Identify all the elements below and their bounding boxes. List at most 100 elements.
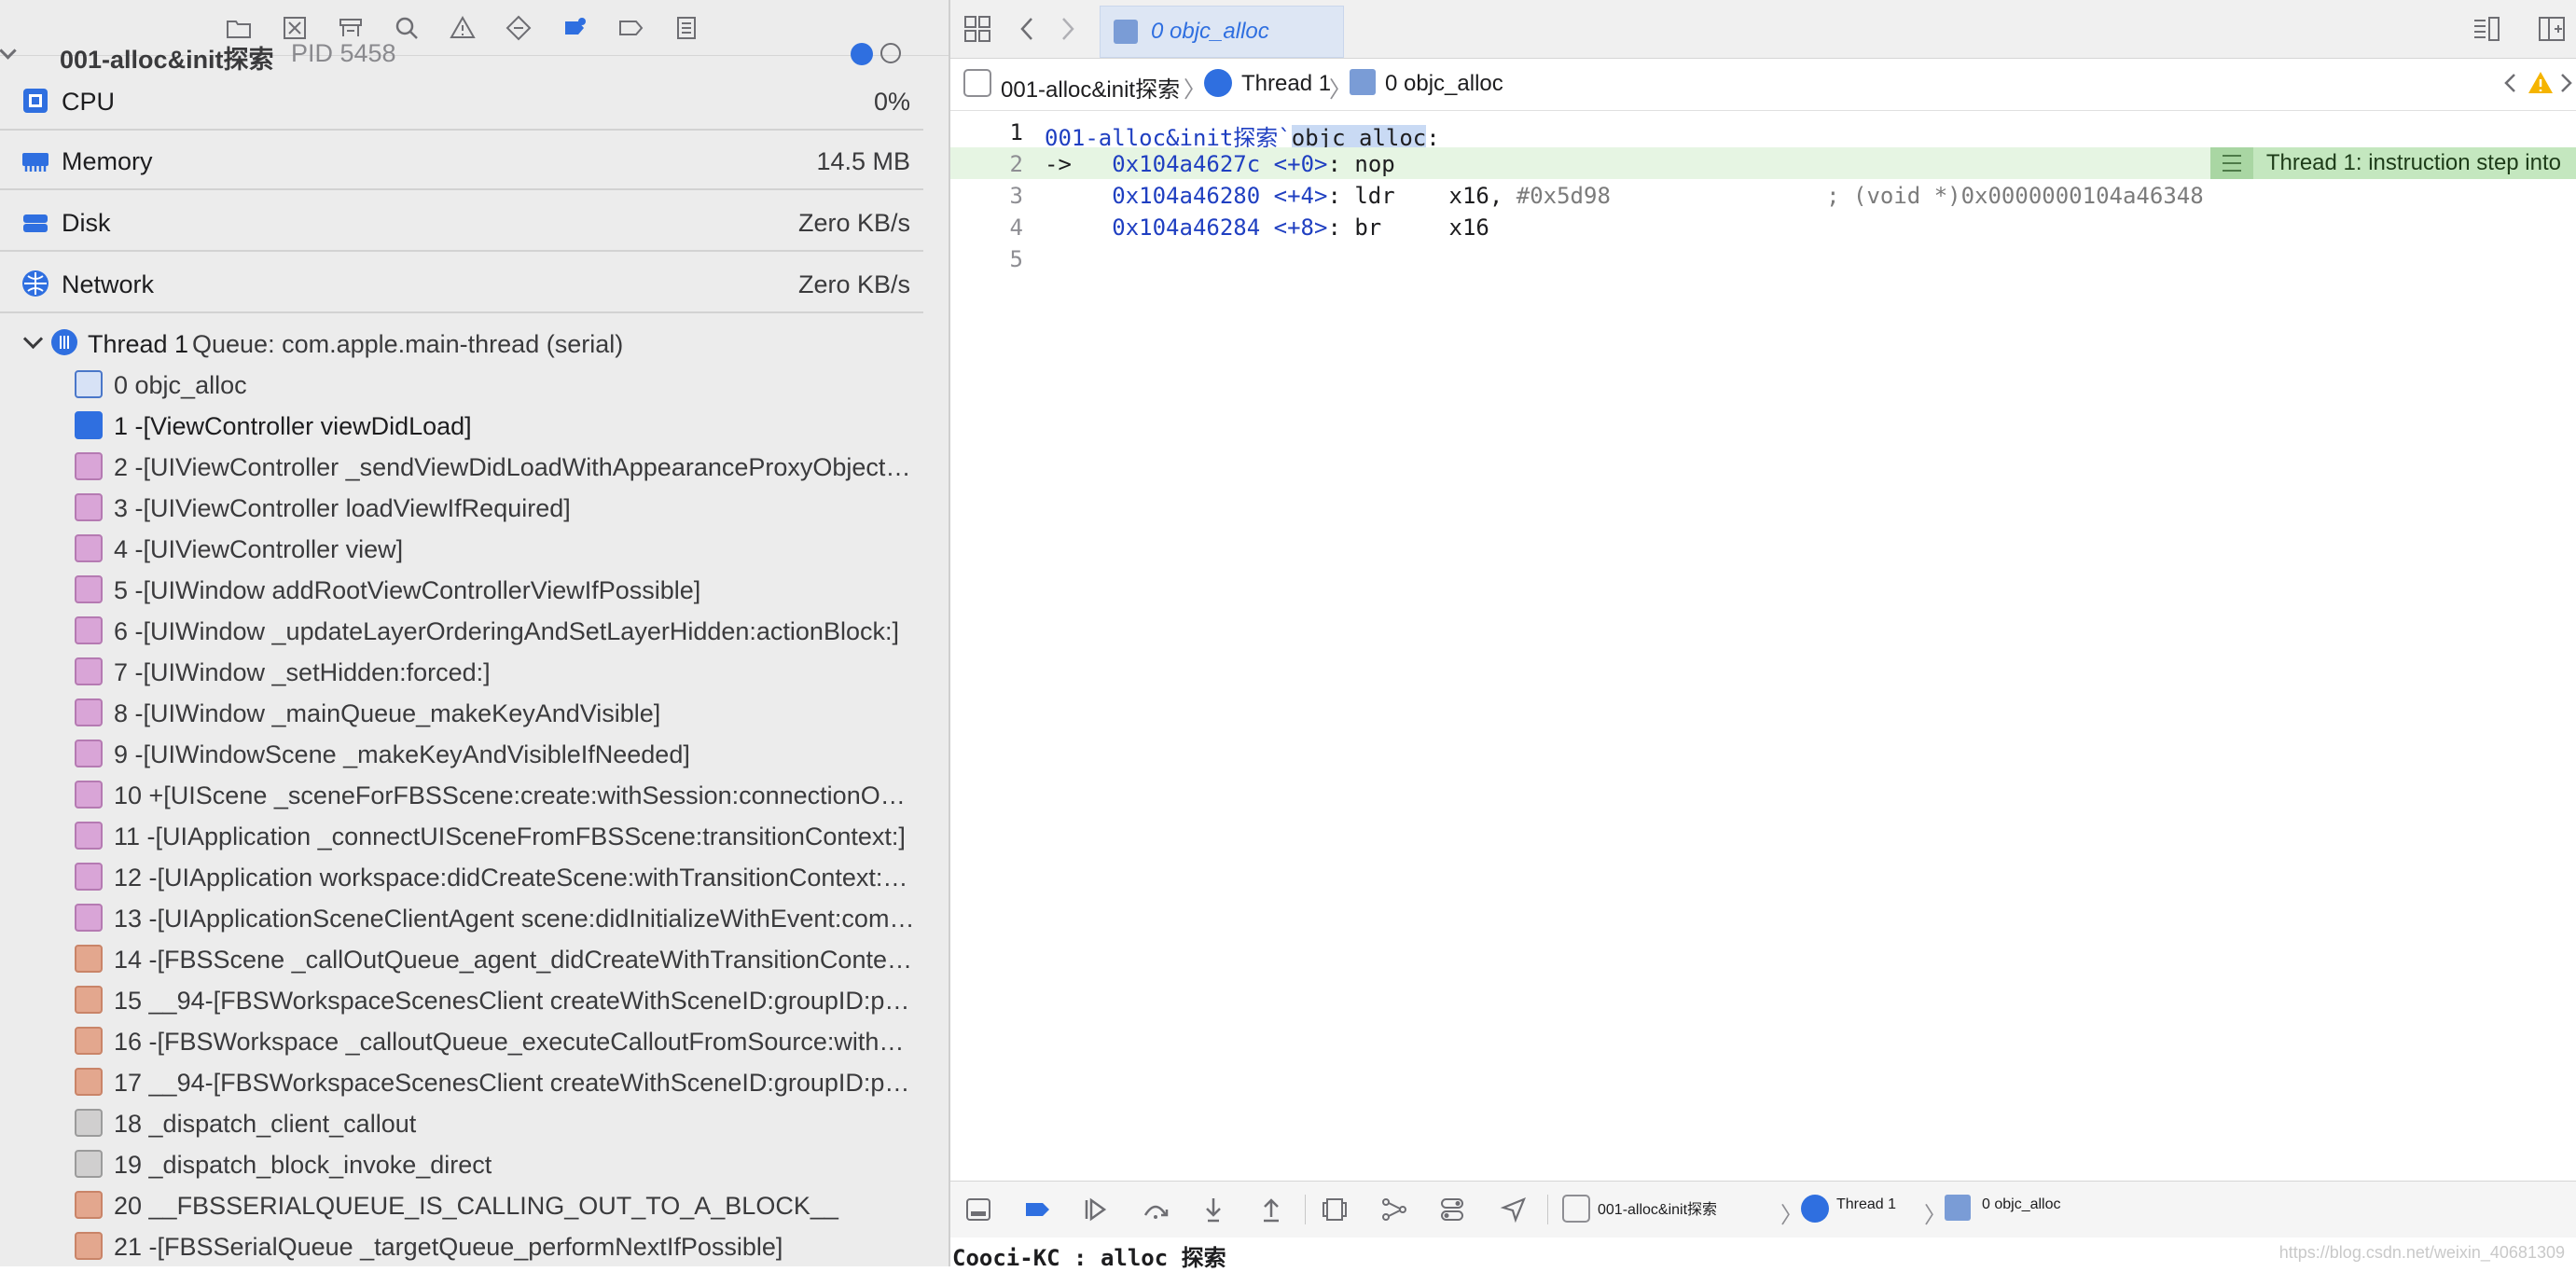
jumpbar-frame[interactable]: 0 objc_alloc	[1385, 71, 1503, 97]
gauge-value: Zero KB/s	[797, 270, 910, 298]
chevron-down-icon[interactable]	[0, 42, 17, 60]
gauge-value: 14.5 MB	[816, 147, 910, 175]
stack-frame[interactable]: 8 -[UIWindow _mainQueue_makeKeyAndVisibl…	[0, 692, 933, 733]
hide-debug-area-icon[interactable]	[963, 1195, 993, 1224]
framework-frame-icon	[75, 1068, 103, 1096]
gauge-cpu[interactable]: CPU 0%	[0, 71, 923, 131]
debugbar-thread[interactable]: Thread 1	[1836, 1196, 1896, 1213]
gauge-value: 0%	[873, 88, 910, 116]
step-over-icon[interactable]	[1141, 1195, 1170, 1224]
info-badge-icon	[851, 43, 873, 65]
chevron-left-icon[interactable]	[1012, 13, 1044, 45]
stack-frame[interactable]: 7 -[UIWindow _setHidden:forced:]	[0, 651, 933, 692]
jumpbar-project[interactable]: 001-alloc&init探索	[1001, 71, 1180, 104]
chevron-right-icon: 〉	[1184, 77, 1206, 103]
stack-frame[interactable]: 14 -[FBSScene _callOutQueue_agent_didCre…	[0, 938, 933, 979]
current-instruction-line: 2 -> 0x104a4627c <+0>: nop Thread 1: ins…	[950, 147, 2576, 179]
framework-frame-icon	[75, 698, 103, 726]
stack-frame[interactable]: 2 -[UIViewController _sendViewDidLoadWit…	[0, 446, 933, 487]
disk-icon	[23, 214, 48, 232]
simulate-location-icon[interactable]	[1499, 1195, 1529, 1224]
jumpbar-thread[interactable]: Thread 1	[1241, 71, 1331, 97]
debug-navigator: 001-alloc&init探索 PID 5458 CPU 0% Memory …	[0, 0, 949, 1266]
gauge-disk[interactable]: Disk Zero KB/s	[0, 192, 923, 252]
gauge-value: Zero KB/s	[797, 209, 910, 237]
pc-arrow: ->	[1045, 151, 1072, 177]
split-editor-icon[interactable]	[2536, 13, 2568, 45]
frame-label: 16 -[FBSWorkspace _calloutQueue_executeC…	[114, 1028, 916, 1056]
chevron-right-icon: 〉	[1924, 1203, 1946, 1228]
line-number: 1	[1009, 119, 1023, 145]
stack-frame[interactable]: 17 __94-[FBSWorkspaceScenesClient create…	[0, 1061, 933, 1102]
stack-frame[interactable]: 18 _dispatch_client_callout	[0, 1102, 933, 1143]
frame-label: 14 -[FBSScene _callOutQueue_agent_didCre…	[114, 946, 916, 974]
frame-label: 9 -[UIWindowScene _makeKeyAndVisibleIfNe…	[114, 740, 690, 768]
tab-objc-alloc[interactable]: 0 objc_alloc	[1100, 6, 1344, 58]
step-out-icon[interactable]	[1256, 1195, 1286, 1224]
breakpoints-toggle-icon[interactable]	[1023, 1195, 1053, 1224]
library-frame-icon	[75, 1109, 103, 1137]
chevron-right-icon[interactable]	[2556, 71, 2575, 95]
framework-frame-icon	[75, 822, 103, 850]
chevron-left-icon[interactable]	[2499, 71, 2523, 95]
stack-frame[interactable]: 4 -[UIViewController view]	[0, 528, 933, 569]
editor-options-icon[interactable]	[2471, 13, 2502, 45]
debugbar-frame[interactable]: 0 objc_alloc	[1982, 1196, 2061, 1213]
instruction: : nop	[1327, 151, 1395, 177]
framework-frame-icon	[75, 986, 103, 1014]
stack-frame[interactable]: 6 -[UIWindow _updateLayerOrderingAndSetL…	[0, 610, 933, 651]
step-into-icon[interactable]	[1198, 1195, 1228, 1224]
frame-label: 18 _dispatch_client_callout	[114, 1110, 417, 1138]
framework-frame-icon	[75, 1232, 103, 1260]
chevron-down-icon[interactable]	[22, 328, 44, 350]
code-line: 3 0x104a46280 <+4>: ldr x16, #0x5d98 ; (…	[950, 179, 2576, 211]
stack-frame[interactable]: 1 -[ViewController viewDidLoad]	[0, 405, 933, 446]
toolbar-separator	[1547, 1195, 1548, 1224]
user-frame-icon	[75, 370, 103, 398]
editor-tab-bar: 0 objc_alloc	[950, 0, 2576, 59]
stack-frame[interactable]: 3 -[UIViewController loadViewIfRequired]	[0, 487, 933, 528]
grid-icon[interactable]	[962, 13, 993, 45]
line-number: 2	[1009, 151, 1023, 177]
code-line: 1 001-alloc&init探索`objc_alloc:	[950, 116, 2576, 151]
stack-frame[interactable]: 5 -[UIWindow addRootViewControllerViewIf…	[0, 569, 933, 610]
thread-icon	[51, 329, 77, 355]
frame-label: 0 objc_alloc	[114, 371, 247, 399]
environment-overrides-icon[interactable]	[1437, 1195, 1467, 1224]
gauge-memory[interactable]: Memory 14.5 MB	[0, 131, 923, 190]
stack-frame[interactable]: 13 -[UIApplicationSceneClientAgent scene…	[0, 897, 933, 938]
continue-icon[interactable]	[1081, 1195, 1111, 1224]
stack-frame[interactable]: 11 -[UIApplication _connectUISceneFromFB…	[0, 815, 933, 856]
stack-frame[interactable]: 9 -[UIWindowScene _makeKeyAndVisibleIfNe…	[0, 733, 933, 774]
view-hierarchy-icon[interactable]	[1320, 1195, 1350, 1224]
stack-frame[interactable]: 15 __94-[FBSWorkspaceScenesClient create…	[0, 979, 933, 1020]
thread-header[interactable]: Thread 1 Queue: com.apple.main-thread (s…	[0, 323, 933, 364]
thread-icon	[1204, 69, 1232, 97]
step-annotation[interactable]: Thread 1: instruction step into	[2209, 147, 2576, 179]
stack-frame[interactable]: 21 -[FBSSerialQueue _targetQueue_perform…	[0, 1225, 933, 1266]
warning-icon[interactable]	[2527, 69, 2555, 97]
annotation-menu-icon[interactable]	[2209, 147, 2253, 179]
framework-frame-icon	[75, 863, 103, 891]
disassembly-view[interactable]: 1 001-alloc&init探索`objc_alloc: 2 -> 0x10…	[950, 110, 2576, 1173]
gauge-label: Memory	[62, 147, 153, 175]
stack-frame[interactable]: 19 _dispatch_block_invoke_direct	[0, 1143, 933, 1184]
stack-frame[interactable]: 10 +[UIScene _sceneForFBSScene:create:wi…	[0, 774, 933, 815]
framework-frame-icon	[75, 945, 103, 973]
memory-graph-icon[interactable]	[1379, 1195, 1409, 1224]
gauge-network[interactable]: Network Zero KB/s	[0, 254, 923, 313]
framework-frame-icon	[75, 493, 103, 521]
chevron-right-icon[interactable]	[1051, 13, 1083, 45]
console-output[interactable]: Cooci-KC : alloc 探索 https://blog.csdn.ne…	[950, 1237, 2576, 1271]
thread-queue: Queue: com.apple.main-thread (serial)	[192, 330, 624, 358]
stack-frame[interactable]: 20 __FBSSERIALQUEUE_IS_CALLING_OUT_TO_A_…	[0, 1184, 933, 1225]
process-row[interactable]: 001-alloc&init探索 PID 5458	[0, 39, 949, 74]
framework-frame-icon	[75, 616, 103, 644]
offset: <+0>	[1273, 151, 1328, 177]
stack-frame[interactable]: 12 -[UIApplication workspace:didCreateSc…	[0, 856, 933, 897]
stack-frame[interactable]: 16 -[FBSWorkspace _calloutQueue_executeC…	[0, 1020, 933, 1061]
stack-frames-list: 0 objc_alloc 1 -[ViewController viewDidL…	[0, 364, 949, 1266]
debugbar-project[interactable]: 001-alloc&init探索	[1598, 1196, 1717, 1219]
framework-frame-icon	[75, 657, 103, 685]
stack-frame[interactable]: 0 objc_alloc	[0, 364, 933, 405]
